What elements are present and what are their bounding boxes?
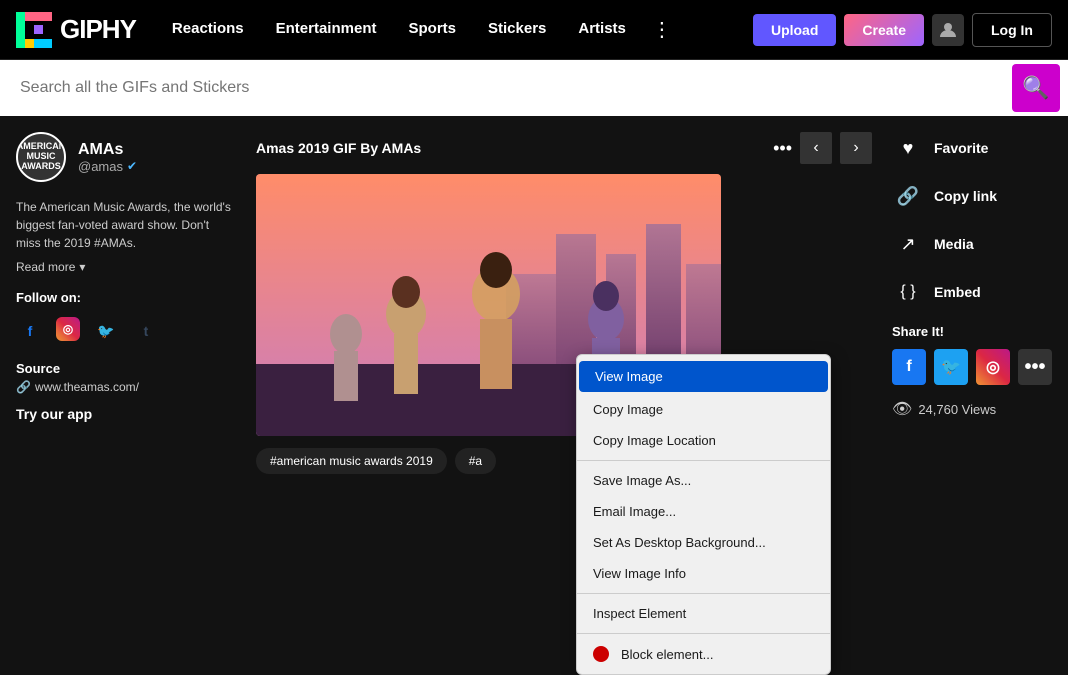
- ctx-view-image-label: View Image: [595, 369, 663, 384]
- search-button[interactable]: 🔍: [1012, 64, 1060, 112]
- nav-stickers[interactable]: Stickers: [472, 0, 562, 60]
- ctx-separator-3: [577, 633, 830, 634]
- views-row: 👁 24,760 Views: [892, 399, 1052, 419]
- verified-badge: ✔: [127, 159, 137, 173]
- copy-link-button[interactable]: 🔗 Copy link: [892, 180, 1052, 212]
- share-label: Share It!: [892, 324, 1052, 339]
- facebook-link[interactable]: f: [16, 317, 44, 345]
- user-avatar-icon[interactable]: [932, 14, 964, 46]
- share-instagram-button[interactable]: ◎: [976, 349, 1010, 385]
- views-count: 24,760 Views: [918, 402, 996, 417]
- ctx-set-desktop-bg[interactable]: Set As Desktop Background...: [577, 527, 830, 558]
- share-icons: f 🐦 ◎ •••: [892, 349, 1052, 385]
- nav-reactions[interactable]: Reactions: [156, 0, 260, 60]
- media-label: Media: [934, 236, 974, 252]
- prev-gif-button[interactable]: ‹: [800, 132, 832, 164]
- channel-sidebar: AMERICANMUSICAWARDS AMAs @amas ✔ The Ame…: [16, 132, 236, 474]
- next-gif-button[interactable]: ›: [840, 132, 872, 164]
- main-nav: Reactions Entertainment Sports Stickers …: [156, 0, 753, 60]
- ctx-inspect-element[interactable]: Inspect Element: [577, 598, 830, 629]
- link-icon: 🔗: [892, 180, 924, 212]
- ctx-separator-2: [577, 593, 830, 594]
- try-app-link[interactable]: Try our app: [16, 406, 236, 422]
- ctx-email-image[interactable]: Email Image...: [577, 496, 830, 527]
- create-button[interactable]: Create: [844, 14, 924, 46]
- channel-description: The American Music Awards, the world's b…: [16, 198, 236, 252]
- ctx-block-element[interactable]: Block element...: [577, 638, 830, 670]
- nav-entertainment[interactable]: Entertainment: [260, 0, 393, 60]
- share-icon: ↗: [892, 228, 924, 260]
- media-button[interactable]: ↗ Media: [892, 228, 1052, 260]
- context-menu: View Image Copy Image Copy Image Locatio…: [576, 354, 831, 675]
- share-twitter-button[interactable]: 🐦: [934, 349, 968, 385]
- channel-avatar: AMERICANMUSICAWARDS: [16, 132, 66, 182]
- gif-header: Amas 2019 GIF By AMAs ••• ‹ ›: [256, 132, 872, 164]
- ctx-email-image-label: Email Image...: [593, 504, 676, 519]
- ctx-view-image[interactable]: View Image: [579, 361, 828, 392]
- nav-sports[interactable]: Sports: [392, 0, 472, 60]
- channel-header: AMERICANMUSICAWARDS AMAs @amas ✔: [16, 132, 236, 182]
- share-more-button[interactable]: •••: [1018, 349, 1052, 385]
- channel-handle: @amas ✔: [78, 159, 137, 174]
- more-nav-dots[interactable]: ⋮: [642, 0, 682, 60]
- gif-header-actions: ••• ‹ ›: [773, 132, 872, 164]
- main-content: AMERICANMUSICAWARDS AMAs @amas ✔ The Ame…: [0, 116, 1068, 490]
- logo-text: GIPHY: [60, 14, 136, 45]
- ctx-inspect-element-label: Inspect Element: [593, 606, 686, 621]
- embed-label: Embed: [934, 284, 981, 300]
- ctx-copy-image-label: Copy Image: [593, 402, 663, 417]
- ctx-view-image-info[interactable]: View Image Info: [577, 558, 830, 589]
- chevron-down-icon: ▾: [79, 260, 85, 274]
- instagram-link[interactable]: ◎: [56, 317, 80, 341]
- ctx-copy-image-location-label: Copy Image Location: [593, 433, 716, 448]
- source-label: Source: [16, 361, 236, 376]
- source-link[interactable]: 🔗 www.theamas.com/: [16, 380, 236, 394]
- favorite-label: Favorite: [934, 140, 988, 156]
- follow-section: Follow on:: [16, 290, 236, 305]
- source-url: www.theamas.com/: [35, 380, 139, 394]
- upload-button[interactable]: Upload: [753, 14, 836, 46]
- favorite-button[interactable]: ♥ Favorite: [892, 132, 1052, 164]
- ctx-save-image-as[interactable]: Save Image As...: [577, 465, 830, 496]
- share-facebook-button[interactable]: f: [892, 349, 926, 385]
- eye-icon: 👁: [892, 399, 912, 419]
- ctx-copy-image-location[interactable]: Copy Image Location: [577, 425, 830, 456]
- ctx-set-desktop-bg-label: Set As Desktop Background...: [593, 535, 766, 550]
- header: GIPHY Reactions Entertainment Sports Sti…: [0, 0, 1068, 60]
- gif-title: Amas 2019 GIF By AMAs: [256, 140, 421, 156]
- nav-artists[interactable]: Artists: [562, 0, 642, 60]
- search-bar: 🔍: [0, 60, 1068, 116]
- block-element-icon: [593, 646, 609, 662]
- channel-name: AMAs: [78, 141, 137, 159]
- read-more-button[interactable]: Read more ▾: [16, 260, 236, 274]
- read-more-label: Read more: [16, 260, 75, 274]
- ctx-save-image-as-label: Save Image As...: [593, 473, 691, 488]
- right-sidebar: ♥ Favorite 🔗 Copy link ↗ Media { } Embed…: [892, 132, 1052, 474]
- handle-text: @amas: [78, 159, 123, 174]
- embed-button[interactable]: { } Embed: [892, 276, 1052, 308]
- twitter-link[interactable]: 🐦: [92, 317, 120, 345]
- social-links: f ◎ 🐦 t: [16, 317, 236, 345]
- heart-icon: ♥: [892, 132, 924, 164]
- ctx-copy-image[interactable]: Copy Image: [577, 394, 830, 425]
- tag-1[interactable]: #american music awards 2019: [256, 448, 447, 474]
- login-button[interactable]: Log In: [972, 13, 1052, 47]
- search-input[interactable]: [8, 79, 1012, 97]
- giphy-logo-icon: [16, 12, 52, 48]
- tumblr-link[interactable]: t: [132, 317, 160, 345]
- source-section: Source 🔗 www.theamas.com/: [16, 361, 236, 394]
- embed-icon: { }: [892, 276, 924, 308]
- ctx-view-image-info-label: View Image Info: [593, 566, 686, 581]
- gif-more-options[interactable]: •••: [773, 138, 792, 159]
- ctx-block-element-label: Block element...: [621, 647, 714, 662]
- ctx-separator-1: [577, 460, 830, 461]
- logo-area: GIPHY: [16, 12, 136, 48]
- copy-link-label: Copy link: [934, 188, 997, 204]
- header-right: Upload Create Log In: [753, 13, 1052, 47]
- follow-label: Follow on:: [16, 290, 236, 305]
- link-icon: 🔗: [16, 380, 31, 394]
- tag-2[interactable]: #a: [455, 448, 496, 474]
- channel-info: AMAs @amas ✔: [78, 141, 137, 174]
